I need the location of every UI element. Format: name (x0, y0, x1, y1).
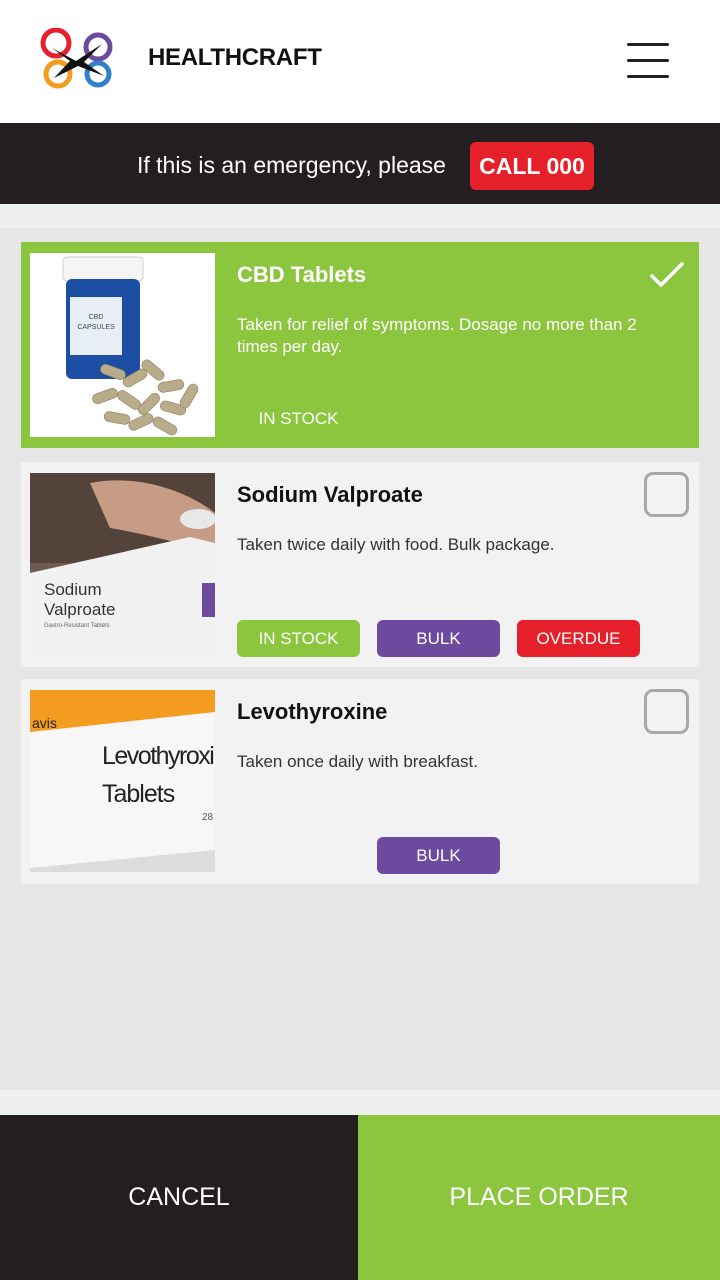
place-order-button[interactable]: PLACE ORDER (358, 1115, 720, 1280)
svg-text:avis: avis (32, 715, 57, 731)
medication-name: Sodium Valproate (237, 482, 423, 507)
hamburger-menu-icon[interactable] (620, 38, 674, 84)
app-header: HEALTHCRAFT (0, 0, 720, 123)
top-divider (0, 204, 720, 228)
levothyroxine-image: avis Levothyroxine Tablets 28 (30, 690, 215, 872)
medication-description: Taken twice daily with food. Bulk packag… (237, 535, 555, 554)
select-checkbox[interactable] (644, 689, 689, 734)
medication-card-cbd-tablets[interactable]: CBD CAPSULES CBD Tablets Taken for relie… (21, 242, 699, 448)
svg-text:Sodium: Sodium (44, 580, 102, 599)
healthcraft-logo (40, 28, 113, 89)
cancel-button[interactable]: CANCEL (0, 1115, 358, 1280)
tag-bulk: BULK (377, 837, 500, 874)
svg-text:28: 28 (202, 812, 214, 823)
checkmark-icon[interactable] (649, 260, 685, 290)
medication-name: Levothyroxine (237, 699, 388, 724)
brand-name: HEALTHCRAFT (148, 44, 322, 71)
svg-text:Levothyroxine: Levothyroxine (102, 742, 215, 770)
tag-overdue: OVERDUE (517, 620, 640, 657)
svg-text:CBD: CBD (89, 314, 104, 321)
svg-text:Gastro-Resistant Tablets: Gastro-Resistant Tablets (44, 623, 110, 629)
tag-in-stock: IN STOCK (237, 620, 360, 657)
medication-card-sodium-valproate[interactable]: Sodium Valproate Gastro-Resistant Tablet… (21, 462, 699, 667)
tag-bulk: BULK (377, 620, 500, 657)
sodium-valproate-image: Sodium Valproate Gastro-Resistant Tablet… (30, 473, 215, 657)
emergency-text: If this is an emergency, please (137, 152, 446, 178)
select-checkbox[interactable] (644, 472, 689, 517)
medication-description: Taken for relief of symptoms. Dosage no … (237, 315, 637, 356)
svg-text:Valproate: Valproate (44, 600, 116, 619)
call-emergency-button[interactable]: CALL 000 (470, 142, 594, 190)
bottom-divider (0, 1090, 720, 1115)
svg-text:CAPSULES: CAPSULES (77, 324, 115, 331)
medication-card-levothyroxine[interactable]: avis Levothyroxine Tablets 28 Levothyrox… (21, 679, 699, 884)
footer-actions: CANCEL PLACE ORDER (0, 1115, 720, 1280)
svg-text:Tablets: Tablets (102, 780, 175, 808)
medication-description: Taken once daily with breakfast. (237, 752, 478, 771)
cbd-capsules-image: CBD CAPSULES (30, 253, 215, 437)
medication-name: CBD Tablets (237, 262, 367, 287)
tag-in-stock: IN STOCK (258, 408, 339, 428)
